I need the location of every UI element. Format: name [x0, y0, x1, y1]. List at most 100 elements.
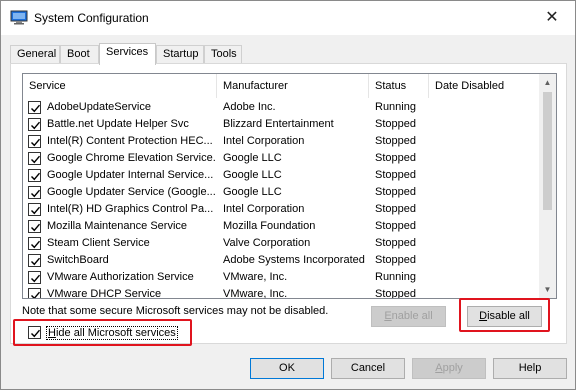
service-rows: AdobeUpdateService Adobe Inc. Running Battl… — [23, 99, 539, 299]
service-checkbox[interactable] — [28, 118, 41, 131]
table-row[interactable]: AdobeUpdateService Adobe Inc. Running — [23, 99, 539, 116]
table-row[interactable]: Intel(R) HD Graphics Control Pa... Intel … — [23, 201, 539, 218]
checkmark-icon — [31, 206, 41, 215]
table-row[interactable]: Google Updater Internal Service... Google… — [23, 167, 539, 184]
checkmark-icon — [31, 240, 41, 249]
scroll-down-icon[interactable]: ▼ — [539, 281, 556, 298]
highlight-disable-all — [459, 298, 550, 332]
checkmark-icon — [31, 274, 41, 283]
service-checkbox[interactable] — [28, 288, 41, 298]
enable-all-accel: E — [384, 310, 392, 322]
service-checkbox[interactable] — [28, 186, 41, 199]
status: Stopped — [375, 237, 416, 249]
manufacturer: Google LLC — [223, 186, 282, 198]
column-manufacturer[interactable]: Manufacturer — [217, 74, 369, 98]
apply-button[interactable]: Apply — [412, 358, 486, 379]
help-button[interactable]: Help — [493, 358, 567, 379]
checkmark-icon — [31, 257, 41, 266]
service-name: Google Updater Internal Service... — [47, 169, 214, 181]
manufacturer: Valve Corporation — [223, 237, 311, 249]
table-row[interactable]: Steam Client Service Valve Corporation Sto… — [23, 235, 539, 252]
service-name: Intel(R) Content Protection HEC... — [47, 135, 213, 147]
checkmark-icon — [31, 121, 41, 130]
services-list: Service Manufacturer Status Date Disable… — [22, 73, 557, 299]
status: Stopped — [375, 186, 416, 198]
service-name: Mozilla Maintenance Service — [47, 220, 188, 232]
vertical-scrollbar[interactable]: ▲ ▼ — [539, 74, 556, 298]
service-checkbox[interactable] — [28, 220, 41, 233]
manufacturer: Blizzard Entertainment — [223, 118, 334, 130]
apply-label: pply — [442, 362, 463, 374]
table-row[interactable]: Google Updater Service (Google... Google … — [23, 184, 539, 201]
service-checkbox[interactable] — [28, 271, 41, 284]
status: Stopped — [375, 203, 416, 215]
service-name: VMware Authorization Service — [47, 271, 194, 283]
checkmark-icon — [31, 172, 41, 181]
manufacturer: Adobe Systems Incorporated — [223, 254, 365, 266]
column-date-disabled[interactable]: Date Disabled — [429, 74, 539, 98]
service-name: AdobeUpdateService — [47, 101, 151, 113]
title-bar: System Configuration ✕ — [1, 1, 575, 35]
service-checkbox[interactable] — [28, 254, 41, 267]
tab-general[interactable]: General — [10, 45, 60, 64]
status: Stopped — [375, 152, 416, 164]
manufacturer: Intel Corporation — [223, 203, 305, 215]
secure-services-note: Note that some secure Microsoft services… — [22, 305, 329, 317]
service-name: VMware DHCP Service — [47, 288, 162, 299]
status: Stopped — [375, 169, 416, 181]
table-row[interactable]: Battle.net Update Helper Svc Blizzard Ent… — [23, 116, 539, 133]
service-checkbox[interactable] — [28, 237, 41, 250]
manufacturer: Google LLC — [223, 152, 282, 164]
column-service[interactable]: Service — [23, 74, 217, 98]
service-name: SwitchBoard — [47, 254, 109, 266]
tab-label: Tools — [211, 48, 237, 60]
checkmark-icon — [31, 223, 41, 232]
service-checkbox[interactable] — [28, 169, 41, 182]
table-row[interactable]: Intel(R) Content Protection HEC... Intel … — [23, 133, 539, 150]
enable-all-button[interactable]: Enable all — [371, 306, 446, 327]
service-name: Steam Client Service — [47, 237, 150, 249]
cancel-button[interactable]: Cancel — [331, 358, 405, 379]
tab-label: Boot — [67, 48, 90, 60]
service-checkbox[interactable] — [28, 152, 41, 165]
status: Running — [375, 101, 416, 113]
enable-all-label: nable all — [391, 310, 433, 322]
tab-startup[interactable]: Startup — [156, 45, 204, 64]
manufacturer: Mozilla Foundation — [223, 220, 316, 232]
manufacturer: Adobe Inc. — [223, 101, 276, 113]
ok-button[interactable]: OK — [250, 358, 324, 379]
manufacturer: VMware, Inc. — [223, 288, 288, 299]
close-icon[interactable]: ✕ — [541, 7, 563, 29]
table-row[interactable]: VMware Authorization Service VMware, Inc.… — [23, 269, 539, 286]
checkmark-icon — [31, 189, 41, 198]
status: Stopped — [375, 254, 416, 266]
service-checkbox[interactable] — [28, 203, 41, 216]
table-row[interactable]: Google Chrome Elevation Service... Google… — [23, 150, 539, 167]
services-tab-pane: Service Manufacturer Status Date Disable… — [10, 63, 567, 346]
checkmark-icon — [31, 291, 41, 298]
highlight-hide-microsoft-services — [13, 319, 192, 346]
tab-tools[interactable]: Tools — [204, 45, 242, 64]
tab-services[interactable]: Services — [99, 43, 156, 65]
column-status[interactable]: Status — [369, 74, 429, 98]
manufacturer: VMware, Inc. — [223, 271, 288, 283]
checkmark-icon — [31, 104, 41, 113]
manufacturer: Intel Corporation — [223, 135, 305, 147]
window-title: System Configuration — [34, 11, 149, 25]
table-row[interactable]: Mozilla Maintenance Service Mozilla Found… — [23, 218, 539, 235]
scroll-up-icon[interactable]: ▲ — [539, 74, 556, 91]
status: Stopped — [375, 135, 416, 147]
apply-accel: A — [435, 362, 443, 374]
status: Stopped — [375, 118, 416, 130]
status: Stopped — [375, 288, 416, 299]
tab-boot[interactable]: Boot — [60, 45, 99, 64]
tab-label: General — [17, 48, 57, 60]
column-header: Service Manufacturer Status Date Disable… — [23, 74, 539, 98]
status: Running — [375, 271, 416, 283]
system-configuration-icon — [10, 10, 28, 25]
scroll-thumb[interactable] — [543, 92, 552, 210]
service-checkbox[interactable] — [28, 135, 41, 148]
service-name: Battle.net Update Helper Svc — [47, 118, 189, 130]
table-row[interactable]: SwitchBoard Adobe Systems Incorporated Sto… — [23, 252, 539, 269]
service-checkbox[interactable] — [28, 101, 41, 114]
